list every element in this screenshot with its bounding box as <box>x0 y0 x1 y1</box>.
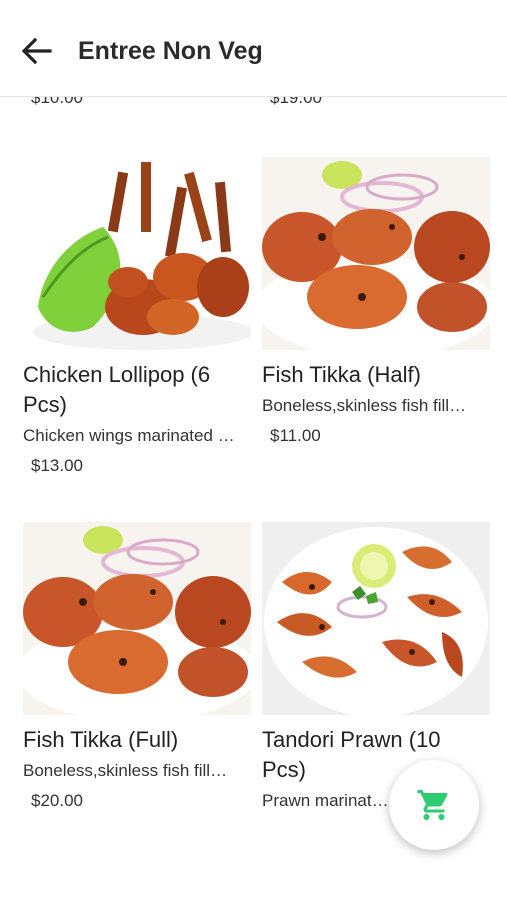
menu-item-desc: Prawn marinated … <box>262 791 390 810</box>
fish-tikka-full-image <box>23 522 251 715</box>
menu-item-card[interactable]: Fish Tikka (Full) Boneless,skinless fish… <box>23 522 251 813</box>
chicken-lollipop-image <box>23 157 251 350</box>
menu-item-price: $20.00 <box>31 791 83 810</box>
menu-item-name: Chicken Lollipop (6 Pcs) <box>23 362 211 417</box>
menu-item-name: Fish Tikka (Half) <box>262 362 421 387</box>
app-bar: Entree Non Veg <box>0 0 507 97</box>
menu-item-desc: Boneless,skinless fish fill… <box>23 761 228 780</box>
menu-item-desc: Chicken wings marinated … <box>23 426 235 445</box>
menu-item-card[interactable]: Fish Tikka (Half) Boneless,skinless fish… <box>262 157 490 448</box>
tandori-prawn-image <box>262 522 490 715</box>
menu-item-price: $13.00 <box>31 456 83 475</box>
menu-item-name: Fish Tikka (Full) <box>23 727 179 752</box>
cart-button[interactable] <box>389 760 479 850</box>
cart-icon <box>417 790 448 820</box>
menu-item-price: $11.00 <box>270 426 321 445</box>
fish-tikka-half-image <box>262 157 490 350</box>
arrow-left-icon[interactable] <box>18 34 54 70</box>
page-title: Entree Non Veg <box>78 37 263 65</box>
menu-item-desc: Boneless,skinless fish fill… <box>262 396 467 415</box>
menu-item-card[interactable]: Chicken Lollipop (6 Pcs) Chicken wings m… <box>23 157 251 478</box>
